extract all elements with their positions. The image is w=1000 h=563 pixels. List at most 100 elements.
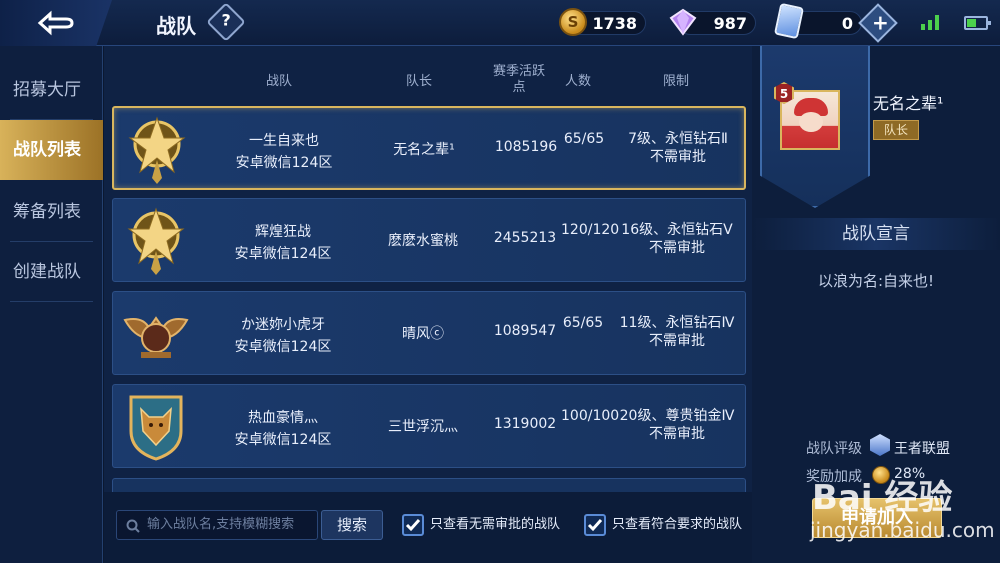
team-captain: 晴风ⓒ <box>402 326 444 342</box>
column-header-activity: 赛季活跃 点 <box>484 64 554 96</box>
team-limit-requirement: 7级、永恒钻石Ⅱ <box>628 131 728 147</box>
team-rating-value: 王者联盟 <box>894 441 950 457</box>
gold-coin-icon: S <box>559 8 587 36</box>
sidebar: 招募大厅 战队列表 筹备列表 创建战队 <box>0 46 103 563</box>
filter-eligible-checkbox[interactable]: 只查看符合要求的战队 <box>584 514 742 536</box>
team-server: 安卓微信124区 <box>234 246 332 262</box>
team-captain: 无名之辈¹ <box>393 142 455 158</box>
team-row[interactable]: 一生自来也 安卓微信124区 无名之辈¹ 1085196 65/65 7级、永恒… <box>112 106 746 190</box>
team-approval: 不需审批 <box>649 333 705 349</box>
column-header-limit: 限制 <box>662 74 689 89</box>
checkmark-icon <box>587 519 603 532</box>
coin-count: 1738 <box>592 14 637 33</box>
page-title: 战队 <box>156 14 196 38</box>
team-server: 安卓微信124区 <box>234 432 332 448</box>
team-server: 安卓微信124区 <box>235 155 333 171</box>
column-header-captain: 队长 <box>405 74 432 89</box>
team-limit: 20级、尊贵铂金Ⅳ 不需审批 <box>607 407 747 443</box>
team-name: か迷妳小虎牙 <box>241 317 325 333</box>
checkmark-icon <box>405 519 421 532</box>
team-captain: 麽麽水蜜桃 <box>388 233 458 249</box>
back-button[interactable] <box>0 0 112 46</box>
team-activity: 2455213 <box>493 230 557 246</box>
sidebar-item-team-list[interactable]: 战队列表 <box>0 120 103 180</box>
eagle-crest-icon <box>123 316 189 358</box>
team-members: 65/65 <box>563 131 605 147</box>
card-count: 0 <box>841 14 853 33</box>
declaration-text: 以浪为名:自来也! <box>817 272 935 290</box>
team-name: 辉煌狂战 <box>255 224 311 240</box>
team-captain: 三世浮沉灬 <box>388 419 458 435</box>
search-placeholder: 输入战队名,支持模糊搜索 <box>147 517 295 532</box>
help-button[interactable]: ? <box>206 2 246 42</box>
team-rating-label: 战队评级 <box>806 441 862 457</box>
team-row[interactable]: 辉煌狂战 安卓微信124区 麽麽水蜜桃 2455213 120/120 16级、… <box>112 198 746 282</box>
add-currency-button[interactable]: + <box>858 3 898 43</box>
team-limit-requirement: 20级、尊贵铂金Ⅳ <box>619 408 735 424</box>
gold-crest-icon <box>127 207 185 275</box>
team-name: 一生自来也 <box>249 133 319 149</box>
search-bar: 输入战队名,支持模糊搜索 搜索 只查看无需审批的战队 只查看符合要求的战队 <box>104 492 752 563</box>
coin-balance: S 1738 <box>559 8 646 36</box>
team-activity: 1085196 <box>494 139 558 155</box>
checkbox-box <box>402 514 424 536</box>
apply-join-button[interactable]: 申请加入 <box>812 498 942 538</box>
search-input[interactable]: 输入战队名,支持模糊搜索 <box>116 510 318 540</box>
team-row[interactable]: 热血豪情灬 安卓微信124区 三世浮沉灬 1319002 100/100 20级… <box>112 384 746 468</box>
team-limit-requirement: 11级、永恒钻石Ⅳ <box>619 315 735 331</box>
gold-coin-icon <box>872 466 890 484</box>
team-server: 安卓微信124区 <box>234 339 332 355</box>
column-header-members: 人数 <box>564 74 591 89</box>
team-name: 热血豪情灬 <box>248 410 318 426</box>
team-limit: 11级、永恒钻石Ⅳ 不需审批 <box>607 314 747 350</box>
reward-bonus-label: 奖励加成 <box>806 469 862 485</box>
gem-count: 987 <box>713 14 747 33</box>
team-list-panel: 战队 队长 赛季活跃 点 人数 限制 一生自来也 安卓微信124区 无名之辈¹ … <box>104 46 752 563</box>
gold-crest-icon <box>128 116 186 184</box>
sidebar-item-create-team[interactable]: 创建战队 <box>0 242 103 302</box>
question-icon: ? <box>221 10 231 30</box>
team-approval: 不需审批 <box>650 149 706 165</box>
sidebar-item-label: 战队列表 <box>13 140 81 160</box>
team-approval: 不需审批 <box>649 426 705 442</box>
plus-icon: + <box>872 10 889 35</box>
team-members: 100/100 <box>561 408 620 424</box>
sidebar-item-recruit-hall[interactable]: 招募大厅 <box>0 60 103 120</box>
rank-emblem-icon <box>870 434 890 456</box>
gem-balance: 987 <box>669 8 756 36</box>
column-header-team: 战队 <box>265 74 292 89</box>
voucher-card-icon <box>773 2 805 40</box>
filter-eligible-label: 只查看符合要求的战队 <box>612 517 743 532</box>
checkbox-box <box>584 514 606 536</box>
sidebar-item-label: 创建战队 <box>13 262 81 282</box>
wolf-shield-icon <box>129 395 183 461</box>
team-activity: 1089547 <box>493 323 557 339</box>
card-balance: 0 <box>773 2 862 40</box>
battery-icon <box>964 16 991 30</box>
signal-strength-icon <box>921 15 939 30</box>
filter-no-approval-checkbox[interactable]: 只查看无需审批的战队 <box>402 514 560 536</box>
search-icon <box>126 519 140 533</box>
filter-no-approval-label: 只查看无需审批的战队 <box>430 517 561 532</box>
team-activity: 1319002 <box>493 416 557 432</box>
team-approval: 不需审批 <box>649 240 705 256</box>
declaration-title: 战队宣言 <box>752 218 1000 250</box>
column-header-activity-line2: 点 <box>512 80 526 95</box>
captain-role-badge: 队长 <box>873 120 919 140</box>
team-members: 65/65 <box>562 315 604 331</box>
reward-bonus-value: 28% <box>894 466 926 482</box>
captain-name: 无名之辈¹ <box>873 94 944 113</box>
team-limit-requirement: 16级、永恒钻石Ⅴ <box>621 222 733 238</box>
column-header-activity-line1: 赛季活跃 <box>492 64 545 79</box>
sidebar-item-label: 招募大厅 <box>13 80 81 100</box>
diamond-gem-icon <box>669 8 697 36</box>
sidebar-item-preparation-list[interactable]: 筹备列表 <box>0 182 103 242</box>
team-detail-panel: 5 无名之辈¹ 队长 战队宣言 以浪为名:自来也! 战队评级 王者联盟 奖励加成… <box>752 46 1000 563</box>
team-row[interactable]: か迷妳小虎牙 安卓微信124区 晴风ⓒ 1089547 65/65 11级、永恒… <box>112 291 746 375</box>
team-limit: 7级、永恒钻石Ⅱ 不需审批 <box>608 130 748 166</box>
sidebar-item-label: 筹备列表 <box>13 202 81 222</box>
search-button[interactable]: 搜索 <box>321 510 383 540</box>
team-members: 120/120 <box>561 222 620 238</box>
back-arrow-icon <box>37 10 74 36</box>
team-row-partial[interactable] <box>112 478 746 492</box>
